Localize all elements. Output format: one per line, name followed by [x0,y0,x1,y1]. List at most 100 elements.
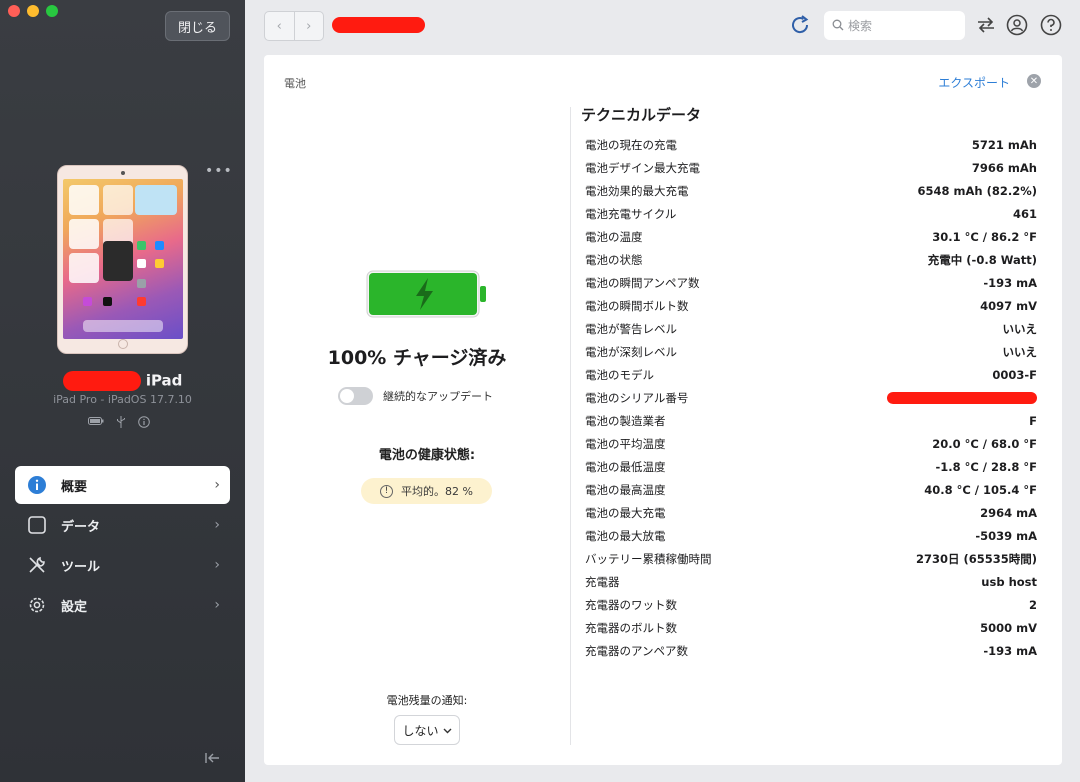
battery-panel: 電池 エクスポート ✕ 100% チャージ済み 継続的なアップデート 電池の健康… [264,55,1062,765]
row-value [887,391,1037,405]
table-row: 電池の現在の充電 5721 mAh [585,133,1037,156]
row-label: 電池の現在の充電 [585,137,677,152]
chevron-right-icon: › [214,517,220,533]
row-value: 0003-F [992,367,1037,382]
row-value: 2730日 (65535時間) [915,551,1037,566]
sidebar-item-tools[interactable]: ツール › [15,546,230,584]
warning-icon: ! [380,484,394,498]
sidebar-item-data[interactable]: データ › [15,506,230,544]
row-value: いいえ [1002,321,1038,336]
row-value: 40.8 °C / 105.4 °F [924,482,1037,497]
tech-title: テクニカルデータ [581,106,702,124]
battery-charging-icon [366,270,488,322]
battery-icon [88,416,104,431]
row-label: 充電器のボルト数 [585,620,677,635]
sidebar-item-label: 設定 [61,599,88,615]
row-label: 電池が深刻レベル [585,344,677,359]
row-label: バッテリー累積稼働時間 [585,551,712,566]
row-label: 充電器のワット数 [585,597,677,612]
redaction-mark [62,371,141,391]
table-row: 電池の製造業者 F [585,409,1037,432]
window-controls [8,5,58,17]
collapse-sidebar-icon[interactable] [205,752,221,768]
sidebar-item-label: ツール [61,559,101,575]
row-label: 電池の最大放電 [585,528,666,543]
row-value: usb host [981,574,1037,589]
row-label: 電池が警告レベル [585,321,677,336]
redaction-mark [887,392,1037,404]
chevron-down-icon [443,723,452,737]
export-link[interactable]: エクスポート [938,74,1010,91]
help-icon[interactable] [1039,13,1063,37]
row-value: 461 [1012,206,1037,221]
row-label: 電池の最高温度 [585,482,666,497]
continuous-update-row: 継続的なアップデート [338,387,493,405]
row-value: 7966 mAh [971,160,1037,175]
row-label: 電池の製造業者 [585,413,666,428]
account-icon[interactable] [1005,13,1029,37]
info-icon [27,475,47,495]
row-value: 充電中 (-0.8 Watt) [927,252,1037,267]
back-button[interactable]: ‹ [265,12,294,40]
tools-icon [27,555,47,575]
toolbar: ‹ › [245,0,1080,54]
row-label: 電池充電サイクル [585,206,677,221]
info-outline-icon[interactable] [138,416,150,431]
continuous-update-label: 継続的なアップデート [383,390,493,403]
close-window-button[interactable] [8,5,20,17]
row-value: 6548 mAh (82.2%) [917,183,1038,198]
row-label: 電池効果的最大充電 [585,183,689,198]
device-more-button[interactable]: ••• [205,163,233,179]
table-row: 電池の最大放電 -5039 mA [585,524,1037,547]
row-value: 5721 mAh [971,137,1037,152]
sidebar-item-settings[interactable]: 設定 › [15,586,230,624]
gear-icon [27,595,47,615]
row-value: 2964 mA [980,505,1037,520]
table-row: 充電器のワット数 2 [585,593,1037,616]
row-label: 電池の平均温度 [585,436,666,451]
notify-select[interactable]: しない [394,715,460,745]
table-row: 電池効果的最大充電 6548 mAh (82.2%) [585,179,1037,202]
row-value: 20.0 °C / 68.0 °F [932,436,1037,451]
table-row: 充電器 usb host [585,570,1037,593]
row-value: -193 mA [983,643,1037,658]
row-value: 30.1 °C / 86.2 °F [932,229,1037,244]
search-input[interactable] [848,18,958,33]
row-label: 電池の最大充電 [585,505,666,520]
close-button[interactable]: 閉じる [165,11,230,41]
row-value: 2 [1028,597,1037,612]
table-row: バッテリー累積稼働時間 2730日 (65535時間) [585,547,1037,570]
navigation-buttons: ‹ › [264,11,324,41]
zoom-window-button[interactable] [46,5,58,17]
table-row: 電池の最大充電 2964 mA [585,501,1037,524]
health-value: 平均的。82 % [401,485,473,498]
row-label: 電池の瞬間ボルト数 [585,298,689,313]
forward-button[interactable]: › [293,12,324,40]
row-value: 4097 mV [980,298,1037,313]
table-row: 電池デザイン最大充電 7966 mAh [585,156,1037,179]
charge-status: 100% チャージ済み [327,347,507,369]
row-value: -1.8 °C / 28.8 °F [935,459,1037,474]
chevron-right-icon: › [214,477,220,493]
square-icon [27,515,47,535]
row-value: F [1029,413,1037,428]
row-label: 電池のモデル [585,367,654,382]
minimize-window-button[interactable] [27,5,39,17]
tech-table: 電池の現在の充電 5721 mAh 電池デザイン最大充電 7966 mAh 電池効果的最… [585,133,1037,662]
transfer-icon[interactable] [974,13,998,37]
table-row: 電池充電サイクル 461 [585,202,1037,225]
chevron-right-icon: › [214,557,220,573]
table-row: 電池の平均温度 20.0 °C / 68.0 °F [585,432,1037,455]
sidebar-nav: 概要 › データ › ツール › 設定 › [15,466,230,626]
health-badge: ! 平均的。82 % [361,478,492,504]
continuous-update-toggle[interactable] [338,387,373,405]
search-icon [832,16,844,35]
table-row: 充電器のアンペア数 -193 mA [585,639,1037,662]
sidebar: 閉じる ••• iPad iPad Pro - iPadOS 17.7.10 概… [0,0,245,782]
sidebar-item-overview[interactable]: 概要 › [15,466,230,504]
sidebar-item-label: データ [61,519,101,535]
table-row: 電池が警告レベル いいえ [585,317,1037,340]
notify-select-value: しない [402,723,439,738]
close-icon[interactable]: ✕ [1027,74,1041,88]
refresh-icon[interactable] [788,13,812,37]
